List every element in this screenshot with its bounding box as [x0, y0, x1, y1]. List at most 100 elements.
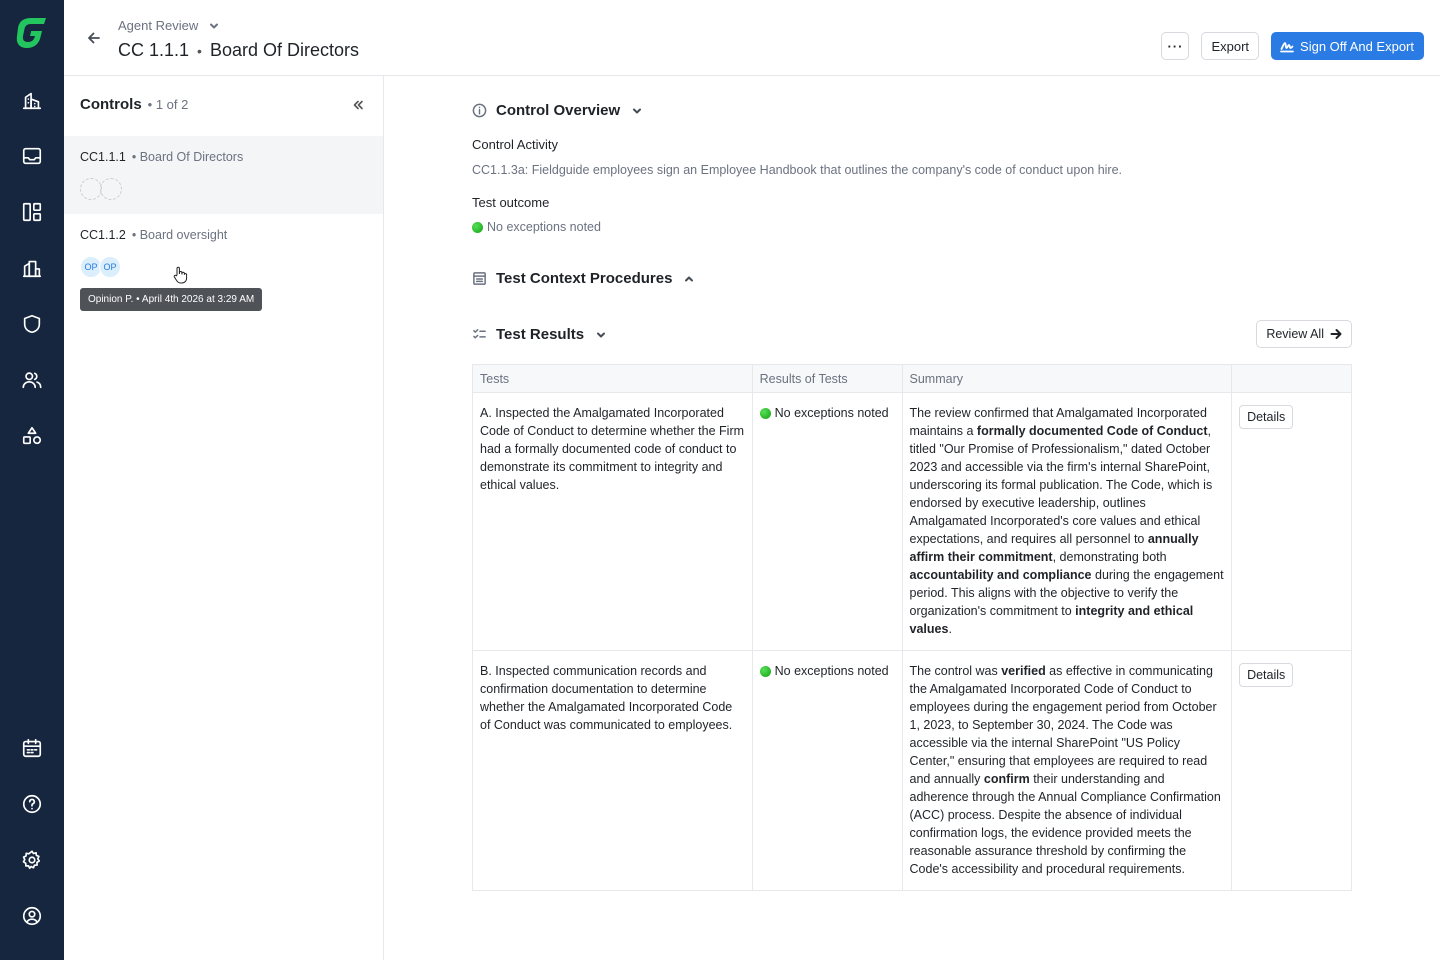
inbox-icon[interactable]: [18, 142, 46, 170]
test-result-cell: No exceptions noted: [751, 650, 903, 891]
buildings-icon[interactable]: [18, 86, 46, 114]
summary-emphasis: confirm: [983, 772, 1030, 786]
chevron-down-icon: [633, 108, 642, 113]
test-summary: The review confirmed that Amalgamated In…: [901, 392, 1233, 651]
summary-text: The control was: [909, 664, 1002, 678]
signature-icon: [1280, 42, 1294, 53]
test-description: B. Inspected communication records and c…: [472, 650, 753, 891]
control-activity-label: Control Activity: [472, 137, 558, 152]
test-result-status: No exceptions noted: [759, 404, 889, 422]
column-header-results: Results of Tests: [751, 364, 903, 393]
summary-text: , titled "Our Promise of Professionalism…: [909, 424, 1213, 546]
test-result-cell: No exceptions noted: [751, 392, 903, 651]
control-item-id: CC1.1.1: [80, 150, 126, 164]
info-icon: [472, 103, 487, 118]
test-result-text: No exceptions noted: [774, 664, 889, 678]
test-outcome-status: No exceptions noted: [472, 220, 601, 234]
control-item-name: • Board oversight: [131, 228, 228, 242]
control-name: Board Of Directors: [209, 40, 359, 60]
controls-title: Controls: [80, 96, 142, 113]
table-header-row: Tests Results of Tests Summary: [472, 364, 1352, 393]
fieldguide-logo-icon[interactable]: [14, 14, 50, 50]
control-item-id: CC1.1.2: [80, 228, 126, 242]
avatar-tooltip: Opinion P. • April 4th 2026 at 3:29 AM: [80, 288, 263, 311]
chevron-down-icon: [210, 23, 219, 28]
nav-rail: [0, 0, 64, 960]
chevron-down-icon: [597, 332, 606, 337]
collapse-panel-icon[interactable]: [351, 98, 365, 112]
summary-text: .: [948, 622, 952, 636]
shapes-icon[interactable]: [18, 422, 46, 450]
header-actions: ··· Export Sign Off And Export: [1161, 32, 1424, 60]
controls-panel: Controls • 1 of 2 CC1.1.1 • Board Of Dir…: [64, 76, 384, 960]
more-options-button[interactable]: ···: [1161, 32, 1190, 60]
details-button[interactable]: Details: [1239, 663, 1294, 687]
summary-text: as effective in communicating the Amalga…: [909, 664, 1217, 786]
test-results-title: Test Results: [496, 326, 585, 343]
table-row: A. Inspected the Amalgamated Incorporate…: [472, 392, 1352, 651]
reviewer-avatars: [80, 178, 122, 200]
success-dot-icon: [759, 407, 771, 419]
help-icon[interactable]: [18, 790, 46, 818]
summary-emphasis: formally documented Code of Conduct: [976, 424, 1208, 438]
reviewer-avatars: OP OP: [80, 256, 121, 278]
column-header-summary: Summary: [901, 364, 1233, 393]
shield-icon[interactable]: [18, 310, 46, 338]
avatar[interactable]: OP: [99, 256, 121, 278]
control-item-cc1-1-2[interactable]: CC1.1.2 • Board oversight OP OP: [64, 214, 383, 292]
summary-text: , demonstrating both: [1052, 550, 1167, 564]
calendar-icon[interactable]: [18, 734, 46, 762]
dashboard-icon[interactable]: [18, 198, 46, 226]
test-context-procedures-title: Test Context Procedures: [496, 270, 673, 287]
column-header-actions: [1231, 364, 1352, 393]
success-dot-icon: [759, 665, 771, 677]
details-button[interactable]: Details: [1239, 405, 1294, 429]
test-description: A. Inspected the Amalgamated Incorporate…: [472, 392, 753, 651]
account-avatar-icon[interactable]: [18, 902, 46, 930]
summary-emphasis: accountability and compliance: [909, 568, 1092, 582]
column-header-tests: Tests: [472, 364, 753, 393]
summary-text: their understanding and adherence throug…: [909, 772, 1221, 876]
page-title: CC 1.1.1 • Board Of Directors: [118, 40, 359, 61]
control-overview-title: Control Overview: [496, 102, 621, 119]
test-results-toggle[interactable]: Test Results: [472, 326, 607, 343]
control-item-cc1-1-1[interactable]: CC1.1.1 • Board Of Directors: [64, 136, 383, 214]
success-dot-icon: [472, 221, 483, 233]
breadcrumb[interactable]: Agent Review: [118, 18, 220, 33]
chevron-up-icon: [685, 276, 694, 281]
export-button[interactable]: Export: [1201, 32, 1260, 60]
table-list-icon: [473, 272, 486, 285]
title-separator: •: [197, 42, 202, 59]
test-summary: The control was verified as effective in…: [901, 650, 1233, 891]
checklist-icon: [473, 329, 486, 339]
sign-off-and-export-button[interactable]: Sign Off And Export: [1271, 32, 1424, 60]
test-results-table: Tests Results of Tests Summary A. Inspec…: [472, 364, 1352, 891]
control-overview-toggle[interactable]: Control Overview: [472, 102, 643, 119]
control-activity-text: CC1.1.3a: Fieldguide employees sign an E…: [472, 163, 1123, 177]
empty-avatar-slot: [100, 178, 122, 200]
chart-building-icon[interactable]: [18, 254, 46, 282]
test-result-status: No exceptions noted: [759, 662, 889, 680]
arrow-right-icon: [1330, 329, 1342, 339]
page-header: Agent Review CC 1.1.1 • Board Of Directo…: [64, 0, 1440, 76]
table-row: B. Inspected communication records and c…: [472, 650, 1352, 891]
test-context-procedures-toggle[interactable]: Test Context Procedures: [472, 270, 695, 287]
actions-cell: Details: [1231, 392, 1352, 651]
review-all-button[interactable]: Review All: [1256, 320, 1352, 348]
back-arrow-icon[interactable]: [86, 30, 104, 48]
breadcrumb-label: Agent Review: [118, 18, 199, 33]
control-id: CC 1.1.1: [118, 40, 190, 60]
test-result-text: No exceptions noted: [774, 406, 889, 420]
test-outcome-text: No exceptions noted: [487, 220, 601, 234]
control-item-name: • Board Of Directors: [131, 150, 244, 164]
controls-count: • 1 of 2: [147, 97, 189, 112]
empty-avatar-slot: [80, 178, 102, 200]
hand-pointer-cursor-icon: [172, 266, 188, 284]
users-icon[interactable]: [18, 366, 46, 394]
settings-gear-icon[interactable]: [18, 846, 46, 874]
actions-cell: Details: [1231, 650, 1352, 891]
controls-panel-header: Controls • 1 of 2: [80, 96, 188, 113]
review-all-label: Review All: [1266, 327, 1324, 341]
sign-off-label: Sign Off And Export: [1300, 38, 1414, 54]
summary-emphasis: verified: [1001, 664, 1046, 678]
